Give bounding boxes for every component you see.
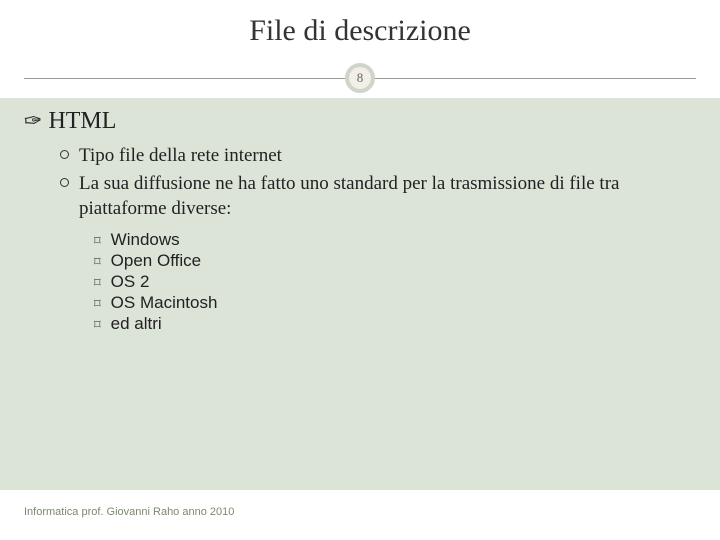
sublist-item-text: Open Office bbox=[111, 251, 201, 271]
sublist-item: ⌑ ed altri bbox=[94, 314, 696, 334]
heading-text: HTML bbox=[48, 108, 116, 135]
list-item-text: Tipo file della rete internet bbox=[79, 143, 696, 169]
divider-row: 8 bbox=[0, 58, 720, 98]
sublist-item: ⌑ Open Office bbox=[94, 251, 696, 271]
check-bullet-icon: ⌑ bbox=[94, 317, 101, 333]
sublist-item: ⌑ OS Macintosh bbox=[94, 293, 696, 313]
heading-item: ✑ HTML bbox=[24, 108, 696, 135]
list-item: Tipo file della rete internet bbox=[60, 143, 696, 169]
check-bullet-icon: ⌑ bbox=[94, 296, 101, 312]
slide: File di descrizione 8 ✑ HTML Tipo file d… bbox=[0, 0, 720, 540]
list-item-text: La sua diffusione ne ha fatto uno standa… bbox=[79, 171, 696, 222]
footer-text: Informatica prof. Giovanni Raho anno 201… bbox=[24, 506, 234, 518]
sublist-item-text: Windows bbox=[111, 230, 180, 250]
page-number-badge: 8 bbox=[345, 63, 375, 93]
swirl-bullet-icon: ✑ bbox=[23, 107, 44, 135]
list-item: La sua diffusione ne ha fatto uno standa… bbox=[60, 171, 696, 222]
sublist-item-text: ed altri bbox=[111, 314, 162, 334]
sublist-item-text: OS 2 bbox=[111, 272, 150, 292]
slide-title: File di descrizione bbox=[0, 0, 720, 48]
sublist-item: ⌑ Windows bbox=[94, 230, 696, 250]
content-area: ✑ HTML Tipo file della rete internet La … bbox=[0, 98, 720, 490]
circle-bullet-icon bbox=[60, 146, 69, 164]
sublist-item-text: OS Macintosh bbox=[111, 293, 218, 313]
check-bullet-icon: ⌑ bbox=[94, 275, 101, 291]
circle-bullet-icon bbox=[60, 174, 69, 192]
check-bullet-icon: ⌑ bbox=[94, 254, 101, 270]
sublist-item: ⌑ OS 2 bbox=[94, 272, 696, 292]
check-bullet-icon: ⌑ bbox=[94, 233, 101, 249]
